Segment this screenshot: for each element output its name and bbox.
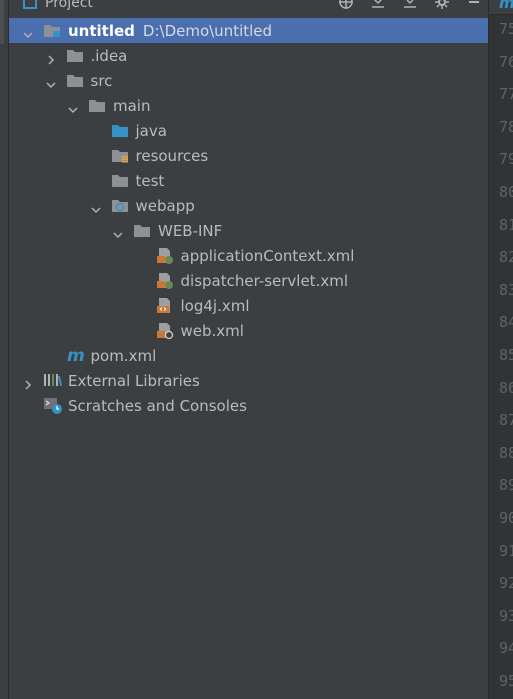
project-panel-header: Project [9,0,488,14]
line-number: 87 [499,411,513,430]
line-number: 95 [499,672,513,690]
source-folder-icon [111,122,129,138]
line-number: 79 [499,150,513,169]
scratches-icon [43,397,62,414]
tree-row-web-inf[interactable]: WEB-INF [9,218,488,243]
tree-row-untitled[interactable]: untitled D:\Demo\untitled [9,18,488,43]
chevron-down-icon[interactable] [113,226,123,238]
module-folder-icon [43,22,61,38]
tree-row-src[interactable]: src [9,68,488,93]
maven-icon: m [66,346,85,366]
line-number: 81 [499,215,513,234]
line-number: 78 [499,117,513,136]
tree-row-java[interactable]: java [9,118,488,143]
chevron-right-icon[interactable] [46,51,56,65]
line-number: 86 [499,378,513,397]
locate-icon[interactable] [338,0,354,10]
line-number: 85 [499,346,513,364]
panel-title[interactable]: Project [45,0,93,11]
line-number: 94 [499,639,513,658]
line-number: 75 [499,20,513,38]
chevron-down-icon[interactable] [90,201,101,213]
line-number: 83 [499,280,513,299]
tree-row-label: dispatcher-servlet.xml [180,271,349,290]
tree-row-pom-xml[interactable]: m pom.xml [9,343,488,368]
line-number: 93 [499,606,513,625]
expand-all-icon[interactable] [402,0,418,10]
chevron-down-icon[interactable] [45,76,56,88]
line-number: 84 [499,313,513,332]
project-panel: Project untitled D:\Demo\untitled .idea src… [9,0,488,699]
project-tree: untitled D:\Demo\untitled .idea src main java… [9,18,488,418]
tree-row-external-libraries[interactable]: External Libraries [9,368,488,393]
tree-row-label: src [90,71,113,90]
line-number: 76 [499,52,513,71]
line-number: 90 [499,509,513,527]
folder-icon [88,97,106,113]
project-view-icon [23,0,37,9]
tree-row-label: applicationContext.xml [180,246,355,265]
spring-xml-icon [156,272,174,289]
tree-row-label: External Libraries [68,371,200,390]
tree-row-label: pom.xml [90,346,157,365]
xml-file-icon [156,297,174,313]
hide-icon[interactable] [466,0,482,10]
tree-row-test[interactable]: test [9,168,488,193]
chevron-down-icon[interactable] [23,26,33,38]
libraries-icon [43,372,63,388]
tree-row-dispatcher-servlet-xml[interactable]: dispatcher-servlet.xml [9,268,488,293]
tree-row-label: log4j.xml [180,296,250,315]
editor-gutter: m 75 76 77 78 79 80 81 82 83 84 85 86 87 88 89 90 91 92 93… [488,0,513,699]
tree-row-applicationcontext-xml[interactable]: applicationContext.xml [9,243,488,268]
line-number: 92 [499,574,513,593]
line-number: 91 [499,541,513,560]
web-xml-icon [156,322,174,340]
spring-xml-icon [156,247,174,264]
tree-row-webapp[interactable]: webapp [9,193,488,218]
folder-icon [133,222,151,238]
tree-row-label: webapp [135,196,195,215]
project-tool-tab[interactable] [0,0,4,44]
tree-row-label: test [135,171,165,190]
collapse-all-icon[interactable] [370,0,386,10]
tree-row-web-xml[interactable]: web.xml [9,318,488,343]
web-folder-icon [111,197,129,213]
line-number: 88 [499,443,513,462]
tree-row-scratches-and-consoles[interactable]: Scratches and Consoles [9,393,488,418]
chevron-down-icon[interactable] [68,101,78,113]
module-path: D:\Demo\untitled [142,21,273,40]
tree-row-label: untitled D:\Demo\untitled [68,21,273,40]
tree-row-label: java [135,121,167,140]
line-number: 77 [499,85,513,104]
resources-folder-icon [111,147,129,163]
line-number: 89 [499,476,513,495]
svg-text:m: m [67,347,85,363]
folder-icon [66,72,84,88]
folder-icon [111,172,129,188]
line-number: 82 [499,248,513,267]
tree-row-label: resources [135,146,209,165]
gear-icon[interactable] [434,0,450,10]
tree-row-label: Scratches and Consoles [68,396,247,415]
editor-tab[interactable]: m [489,0,513,15]
tree-row-label: .idea [90,46,128,65]
tree-row-idea[interactable]: .idea [9,43,488,68]
chevron-right-icon[interactable] [23,376,33,390]
tree-row-label: WEB-INF [158,221,223,240]
line-number: 80 [499,183,513,201]
header-toolbar [338,0,482,10]
tool-window-strip [0,0,9,699]
maven-tab-icon: m [499,0,513,12]
tree-row-main[interactable]: main [9,93,488,118]
tree-row-label: main [113,96,151,115]
tree-row-log4j-xml[interactable]: log4j.xml [9,293,488,318]
folder-icon [66,47,84,63]
tree-row-label: web.xml [180,321,244,340]
tree-row-resources[interactable]: resources [9,143,488,168]
